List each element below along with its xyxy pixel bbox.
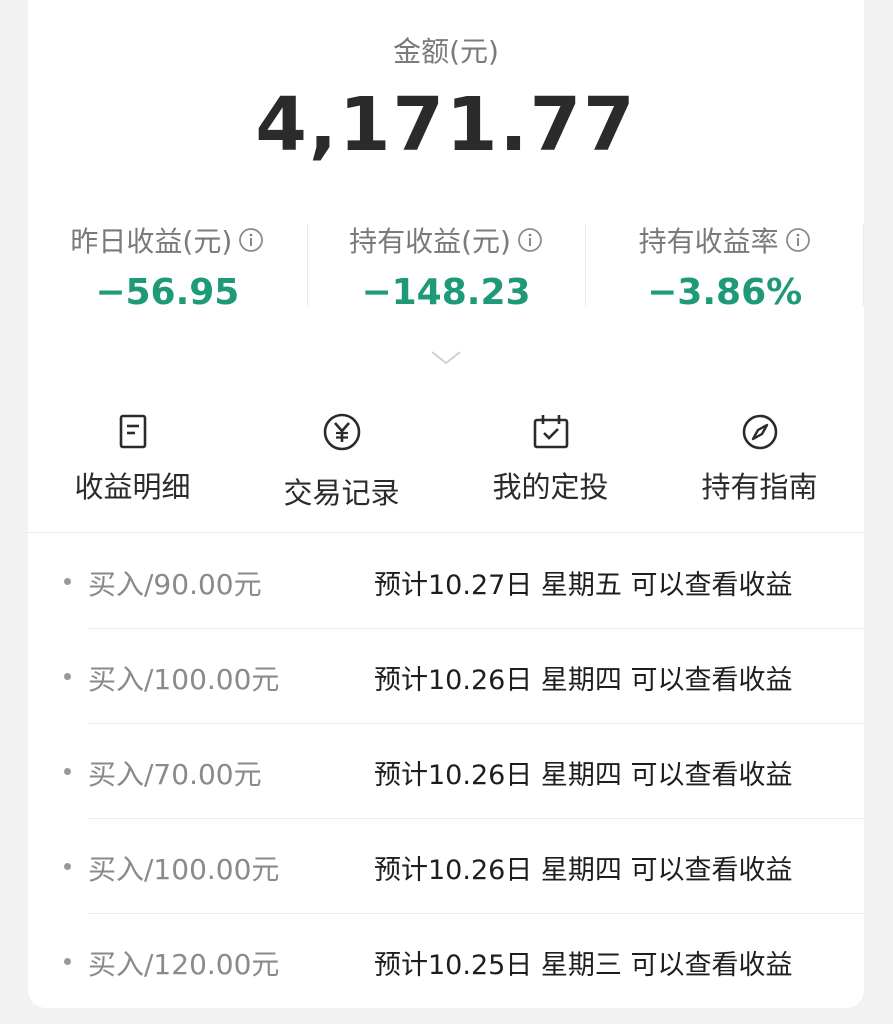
stats-row: 昨日收益(元) −56.95 持有收益(元) −148.23 持有收益率 −3.…	[28, 222, 864, 313]
stat-value: −3.86%	[647, 272, 803, 313]
list-item[interactable]: 买入/100.00元 预计10.26日 星期四 可以查看收益	[28, 818, 864, 913]
action-label: 持有指南	[701, 470, 818, 504]
yuan-icon	[323, 413, 360, 451]
buy-amount: 买入/100.00元	[88, 663, 280, 696]
action-label: 交易记录	[283, 476, 400, 510]
list-item[interactable]: 买入/120.00元 预计10.25日 星期三 可以查看收益	[28, 913, 864, 1008]
expected-date: 预计10.26日 星期四 可以查看收益	[374, 760, 793, 791]
buy-amount: 买入/120.00元	[88, 948, 280, 981]
buy-amount: 买入/70.00元	[88, 758, 262, 791]
list-item[interactable]: 买入/90.00元 预计10.27日 星期五 可以查看收益	[28, 533, 864, 628]
document-icon	[119, 414, 146, 449]
stat-value: −148.23	[361, 272, 531, 313]
expected-date: 预计10.26日 星期四 可以查看收益	[374, 855, 793, 886]
expected-date: 预计10.27日 星期五 可以查看收益	[374, 570, 793, 601]
stat-holding: 持有收益(元) −148.23	[306, 222, 586, 313]
expected-date: 预计10.25日 星期三 可以查看收益	[374, 950, 793, 981]
action-label: 我的定投	[492, 470, 609, 504]
stat-label: 持有收益率	[638, 225, 779, 258]
action-holding-guide[interactable]: 持有指南	[655, 412, 864, 512]
bullet-dot	[64, 578, 71, 585]
stat-yesterday: 昨日收益(元) −56.95	[28, 222, 307, 313]
stat-value: −56.95	[95, 272, 240, 313]
action-bar: 收益明细 交易记录 我的定投 持有指南	[28, 412, 864, 512]
amount-value: 4,171.77	[255, 82, 637, 168]
transaction-list: 买入/90.00元 预计10.27日 星期五 可以查看收益 买入/100.00元…	[28, 533, 864, 1008]
action-label: 收益明细	[74, 470, 191, 504]
info-icon[interactable]	[238, 227, 264, 253]
bullet-dot	[64, 958, 71, 965]
bullet-dot	[64, 863, 71, 870]
stat-holding-rate: 持有收益率 −3.86%	[585, 222, 864, 313]
stat-label: 持有收益(元)	[349, 225, 511, 258]
stat-label: 昨日收益(元)	[70, 225, 233, 258]
calendar-check-icon	[533, 415, 568, 449]
expected-date: 预计10.26日 星期四 可以查看收益	[374, 665, 793, 696]
fund-card: 金额(元) 4,171.77 昨日收益(元) −56.95 持有收益(元) −1…	[28, 0, 864, 1008]
buy-amount: 买入/90.00元	[88, 568, 262, 601]
action-income-detail[interactable]: 收益明细	[28, 412, 237, 512]
bullet-dot	[64, 768, 71, 775]
action-my-auto-invest[interactable]: 我的定投	[446, 412, 655, 512]
action-transaction-record[interactable]: 交易记录	[237, 412, 446, 512]
info-icon[interactable]	[785, 227, 811, 253]
list-item[interactable]: 买入/70.00元 预计10.26日 星期四 可以查看收益	[28, 723, 864, 818]
info-icon[interactable]	[517, 227, 543, 253]
bullet-dot	[64, 673, 71, 680]
list-item[interactable]: 买入/100.00元 预计10.26日 星期四 可以查看收益	[28, 628, 864, 723]
chevron-down-icon[interactable]	[430, 350, 462, 366]
compass-icon	[742, 414, 777, 450]
buy-amount: 买入/100.00元	[88, 853, 280, 886]
amount-label: 金额(元)	[393, 35, 499, 68]
